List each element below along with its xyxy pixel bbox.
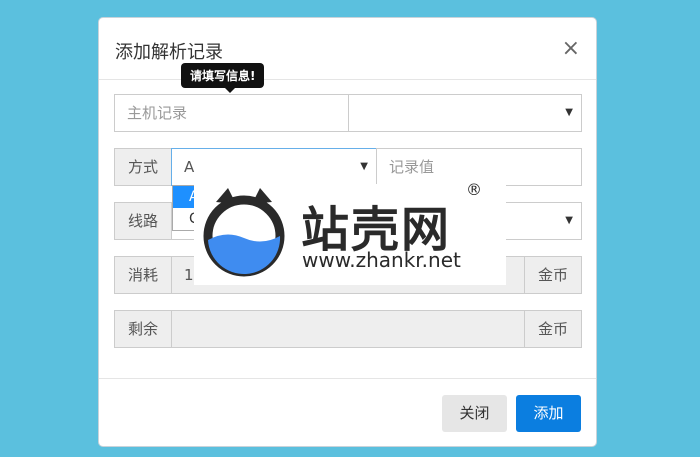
domain-select[interactable]: ▼ — [348, 94, 582, 132]
method-value: A — [184, 158, 195, 176]
remain-label: 剩余 — [114, 310, 172, 348]
watermark-url: www.zhankr.net — [302, 248, 461, 272]
chevron-down-icon: ▼ — [565, 107, 573, 118]
close-button[interactable]: 关闭 — [442, 395, 507, 432]
modal-title: 添加解析记录 — [115, 42, 223, 63]
method-label: 方式 — [114, 148, 172, 186]
cost-unit: 金币 — [524, 256, 582, 294]
host-row: 主机记录 ▼ — [114, 94, 582, 132]
validation-tooltip: 请填写信息! — [181, 63, 265, 93]
modal-header: 添加解析记录 × — [99, 18, 596, 80]
record-value-placeholder: 记录值 — [389, 158, 435, 176]
chevron-down-icon: ▼ — [360, 161, 368, 172]
modal-footer: 关闭 添加 — [99, 378, 596, 446]
add-record-modal: 添加解析记录 × 主机记录 ▼ 方式 A ▼ 记录值 线路 ▼ 消耗 1 金币 … — [98, 17, 597, 447]
watermark: 站壳网 ® www.zhankr.net — [194, 180, 506, 285]
host-record-placeholder: 主机记录 — [127, 104, 188, 122]
route-label: 线路 — [114, 202, 172, 240]
remain-unit: 金币 — [524, 310, 582, 348]
close-icon[interactable]: × — [562, 38, 580, 60]
chevron-down-icon: ▼ — [565, 215, 573, 226]
method-select[interactable]: A ▼ — [171, 148, 377, 186]
remain-row: 剩余 金币 — [114, 310, 582, 348]
host-record-input[interactable]: 主机记录 — [114, 94, 349, 132]
watermark-reg: ® — [466, 180, 482, 199]
add-button[interactable]: 添加 — [516, 395, 581, 432]
method-row: 方式 A ▼ 记录值 — [114, 148, 582, 186]
watermark-logo-icon — [203, 188, 285, 277]
cost-label: 消耗 — [114, 256, 172, 294]
remain-field — [171, 310, 525, 348]
cost-value: 1 — [184, 266, 194, 284]
